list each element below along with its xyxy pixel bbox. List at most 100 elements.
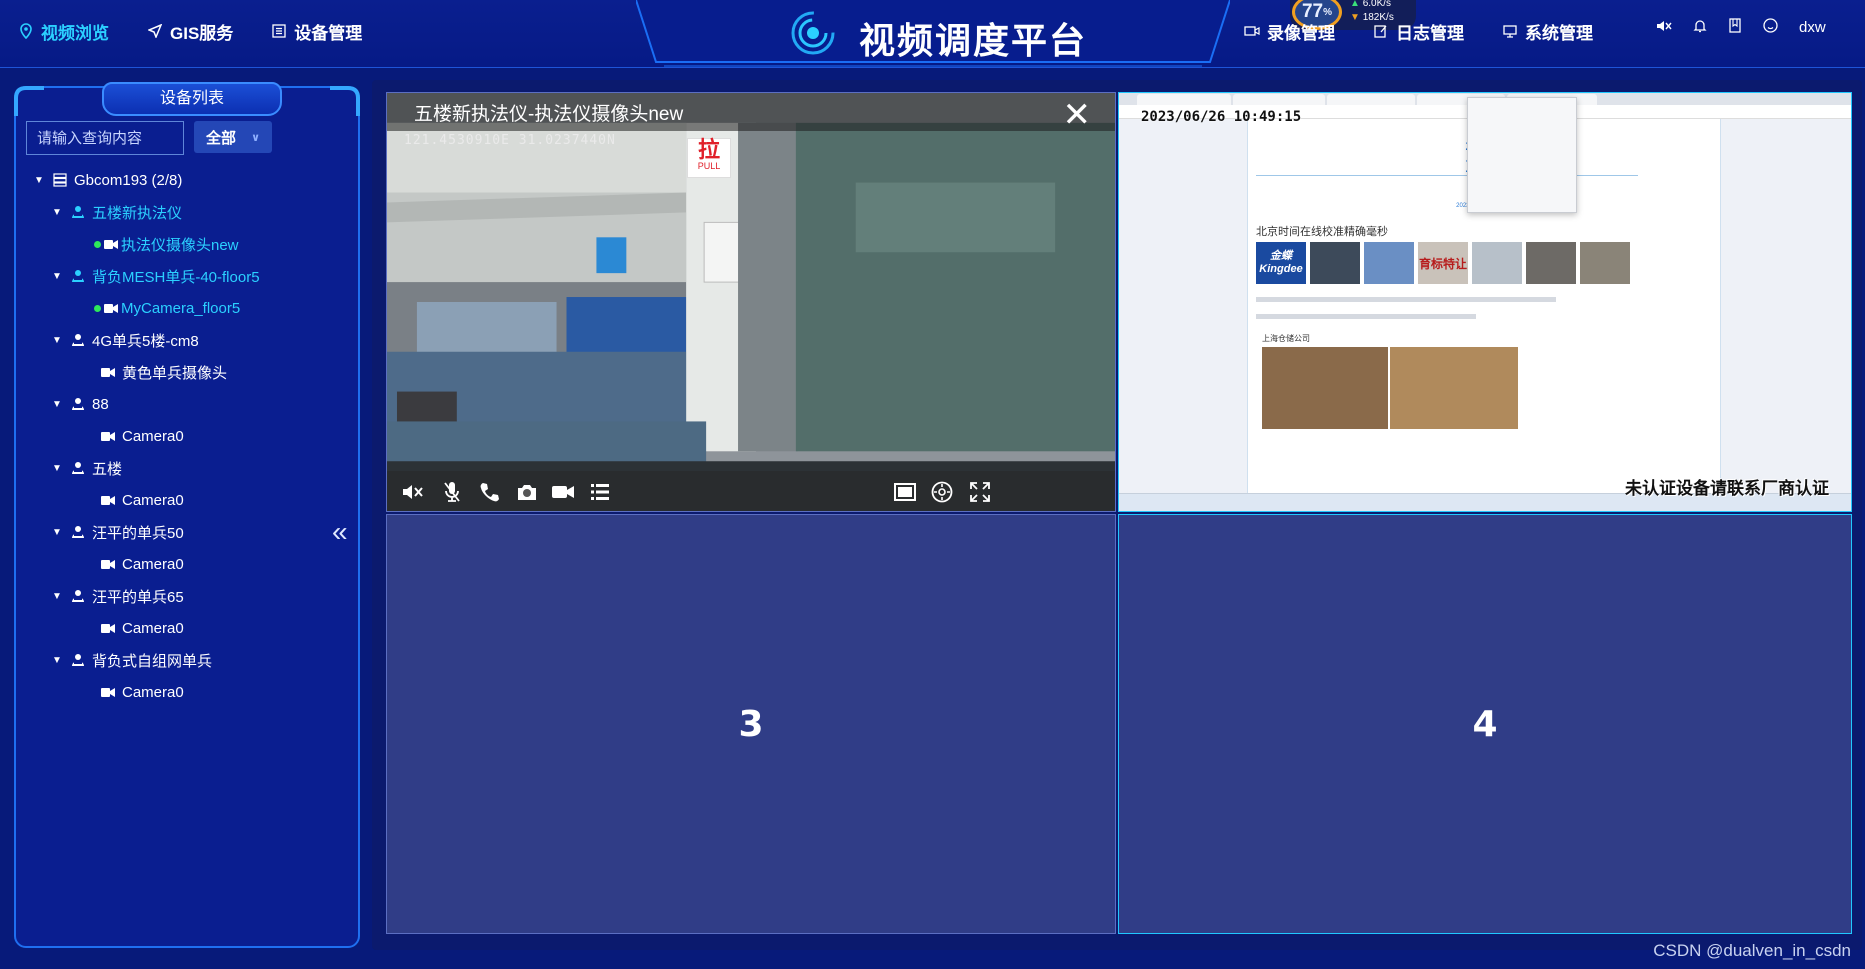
expand-caret-icon[interactable]: ▼ bbox=[50, 271, 64, 282]
book-icon[interactable] bbox=[1728, 18, 1742, 37]
nav-gis[interactable]: GIS服务 bbox=[147, 19, 233, 44]
user-icon[interactable] bbox=[1763, 18, 1778, 37]
tree-item-label: Camera0 bbox=[122, 683, 184, 701]
video-cell-2[interactable]: 北京 2023-0 10:4 2023-06-26 10:49:15 北京时间在… bbox=[1118, 92, 1852, 512]
soldier-device-icon bbox=[70, 524, 86, 540]
tree-camera-item[interactable]: MyCamera_floor5 bbox=[32, 292, 352, 324]
expand-caret-icon[interactable]: ▼ bbox=[50, 655, 64, 666]
tree-server-item[interactable]: ▼ Gbcom193 (2/8) bbox=[32, 164, 352, 196]
tree-item-label: Camera0 bbox=[122, 427, 184, 445]
tree-camera-item[interactable]: Camera0 bbox=[32, 612, 352, 644]
search-row: 全部 ∨ bbox=[26, 121, 272, 155]
camera-icon bbox=[100, 556, 116, 572]
list-icon[interactable] bbox=[587, 479, 613, 505]
tree-camera-item[interactable]: Camera0 bbox=[32, 676, 352, 708]
online-status-dot bbox=[94, 240, 101, 248]
camera-icon bbox=[103, 300, 119, 316]
page-heading: 北京时间在线校准精确毫秒 bbox=[1256, 226, 1388, 238]
bell-icon[interactable] bbox=[1693, 18, 1707, 37]
tree-device-item[interactable]: ▼ 背负MESH单兵-40-floor5 bbox=[32, 260, 352, 292]
expand-caret-icon[interactable]: ▼ bbox=[50, 463, 64, 474]
kingdee-thumbnail-cn: 金蝶 bbox=[1270, 250, 1292, 262]
nav-log-mgmt-label: 日志管理 bbox=[1396, 23, 1464, 43]
nav-log-mgmt[interactable]: 日志管理 bbox=[1373, 19, 1464, 44]
fullscreen-icon[interactable] bbox=[967, 479, 993, 505]
ptz-control-icon[interactable] bbox=[929, 479, 955, 505]
expand-caret-icon[interactable]: ▼ bbox=[50, 591, 64, 602]
nav-device-mgmt[interactable]: 设备管理 bbox=[271, 19, 362, 44]
video-title: 五楼新执法仪-执法仪摄像头new bbox=[414, 103, 684, 125]
tree-item-label: Camera0 bbox=[122, 555, 184, 573]
tree-camera-item[interactable]: Camera0 bbox=[32, 420, 352, 452]
phone-icon[interactable] bbox=[476, 479, 502, 505]
video-controls bbox=[387, 471, 1115, 511]
thumbnail bbox=[1526, 242, 1576, 284]
nav-video-browse[interactable]: 视频浏览 bbox=[18, 19, 109, 44]
warehouse-photo bbox=[1390, 347, 1518, 429]
microphone-off-icon[interactable] bbox=[439, 479, 465, 505]
panel-title: 设备列表 bbox=[102, 82, 282, 116]
nav-recording-mgmt[interactable]: 录像管理 bbox=[1244, 19, 1335, 44]
expand-caret-icon[interactable]: ▼ bbox=[50, 527, 64, 538]
mute-icon[interactable] bbox=[401, 479, 427, 505]
expand-caret-icon[interactable]: ▼ bbox=[32, 175, 46, 186]
expand-caret-icon[interactable]: ▼ bbox=[50, 335, 64, 346]
tree-item-label: 黄色单兵摄像头 bbox=[122, 364, 228, 382]
chevron-down-icon: ∨ bbox=[251, 131, 260, 144]
device-search-input[interactable] bbox=[26, 121, 184, 155]
nav-system-mgmt[interactable]: 系统管理 bbox=[1502, 19, 1593, 44]
device-list-panel: 设备列表 全部 ∨ ▼ Gbcom193 (2/8) ▼ 五楼新执法仪执法仪摄像头ne… bbox=[14, 82, 360, 948]
tree-device-item[interactable]: ▼ 汪平的单兵50 bbox=[32, 516, 352, 548]
kingdee-thumbnail-label: Kingdee bbox=[1259, 263, 1303, 275]
location-pin-icon bbox=[18, 23, 34, 39]
expand-caret-icon[interactable]: ▼ bbox=[50, 399, 64, 410]
tree-camera-item[interactable]: Camera0 bbox=[32, 484, 352, 516]
record-video-icon[interactable] bbox=[550, 479, 576, 505]
thumbnail-row: 金蝶 Kingdee 育标特让 bbox=[1256, 242, 1630, 284]
aspect-ratio-icon[interactable] bbox=[892, 479, 918, 505]
tree-item-label: 背负MESH单兵-40-floor5 bbox=[92, 268, 260, 286]
browser-tab bbox=[1233, 94, 1325, 105]
navigation-arrow-icon bbox=[147, 23, 163, 39]
video-cell-1[interactable]: 拉 PULL 五楼新执法仪-执法仪摄像头new ✕ 121.4530910E 3… bbox=[386, 92, 1116, 512]
expand-caret-icon[interactable]: ▼ bbox=[50, 207, 64, 218]
gps-coordinates: 121.4530910E 31.0237440N bbox=[404, 133, 616, 148]
tree-device-item[interactable]: ▼ 4G单兵5楼-cm8 bbox=[32, 324, 352, 356]
title-plate: 视频调度平台 bbox=[636, 0, 1230, 72]
server-icon bbox=[52, 172, 68, 188]
soldier-device-icon bbox=[70, 396, 86, 412]
page-divider bbox=[1256, 175, 1638, 176]
tree-device-item[interactable]: ▼ 背负式自组网单兵 bbox=[32, 644, 352, 676]
text-line bbox=[1256, 297, 1556, 302]
browser-tab bbox=[1137, 94, 1231, 105]
tree-device-item[interactable]: ▼ 五楼新执法仪 bbox=[32, 196, 352, 228]
cell-number: 3 bbox=[738, 703, 764, 745]
video-grid: 拉 PULL 五楼新执法仪-执法仪摄像头new ✕ 121.4530910E 3… bbox=[372, 80, 1862, 950]
tree-device-item[interactable]: ▼ 汪平的单兵65 bbox=[32, 580, 352, 612]
tree-item-label: MyCamera_floor5 bbox=[121, 299, 241, 317]
video-camera-icon bbox=[1244, 23, 1260, 39]
device-filter-value: 全部 bbox=[206, 129, 237, 147]
close-video-button[interactable]: ✕ bbox=[1063, 95, 1092, 135]
mute-icon[interactable] bbox=[1656, 19, 1672, 37]
tree-item-label: 4G单兵5楼-cm8 bbox=[92, 332, 199, 350]
username[interactable]: dxw bbox=[1799, 19, 1826, 36]
video-cell-3[interactable]: 3 bbox=[386, 514, 1116, 934]
thumbnail bbox=[1364, 242, 1414, 284]
tree-device-item[interactable]: ▼ 88 bbox=[32, 388, 352, 420]
tree-camera-item[interactable]: Camera0 bbox=[32, 548, 352, 580]
nav-system-mgmt-label: 系统管理 bbox=[1525, 23, 1593, 43]
tree-item-label: Camera0 bbox=[122, 491, 184, 509]
tree-device-item[interactable]: ▼ 五楼 bbox=[32, 452, 352, 484]
video-cell-4[interactable]: 4 bbox=[1118, 514, 1852, 934]
tree-camera-item[interactable]: 执法仪摄像头new bbox=[32, 228, 352, 260]
pull-sign-text: 拉 bbox=[697, 137, 720, 162]
collapse-sidebar-button[interactable]: « bbox=[332, 516, 348, 548]
browser-tab bbox=[1327, 94, 1415, 105]
device-filter-select[interactable]: 全部 ∨ bbox=[194, 121, 272, 153]
tree-camera-item[interactable]: 黄色单兵摄像头 bbox=[32, 356, 352, 388]
camera-snapshot-icon[interactable] bbox=[514, 479, 540, 505]
camera-icon bbox=[100, 620, 116, 636]
tab-preview-popup bbox=[1467, 97, 1577, 213]
kingdee-thumbnail: 金蝶 Kingdee bbox=[1256, 242, 1306, 284]
